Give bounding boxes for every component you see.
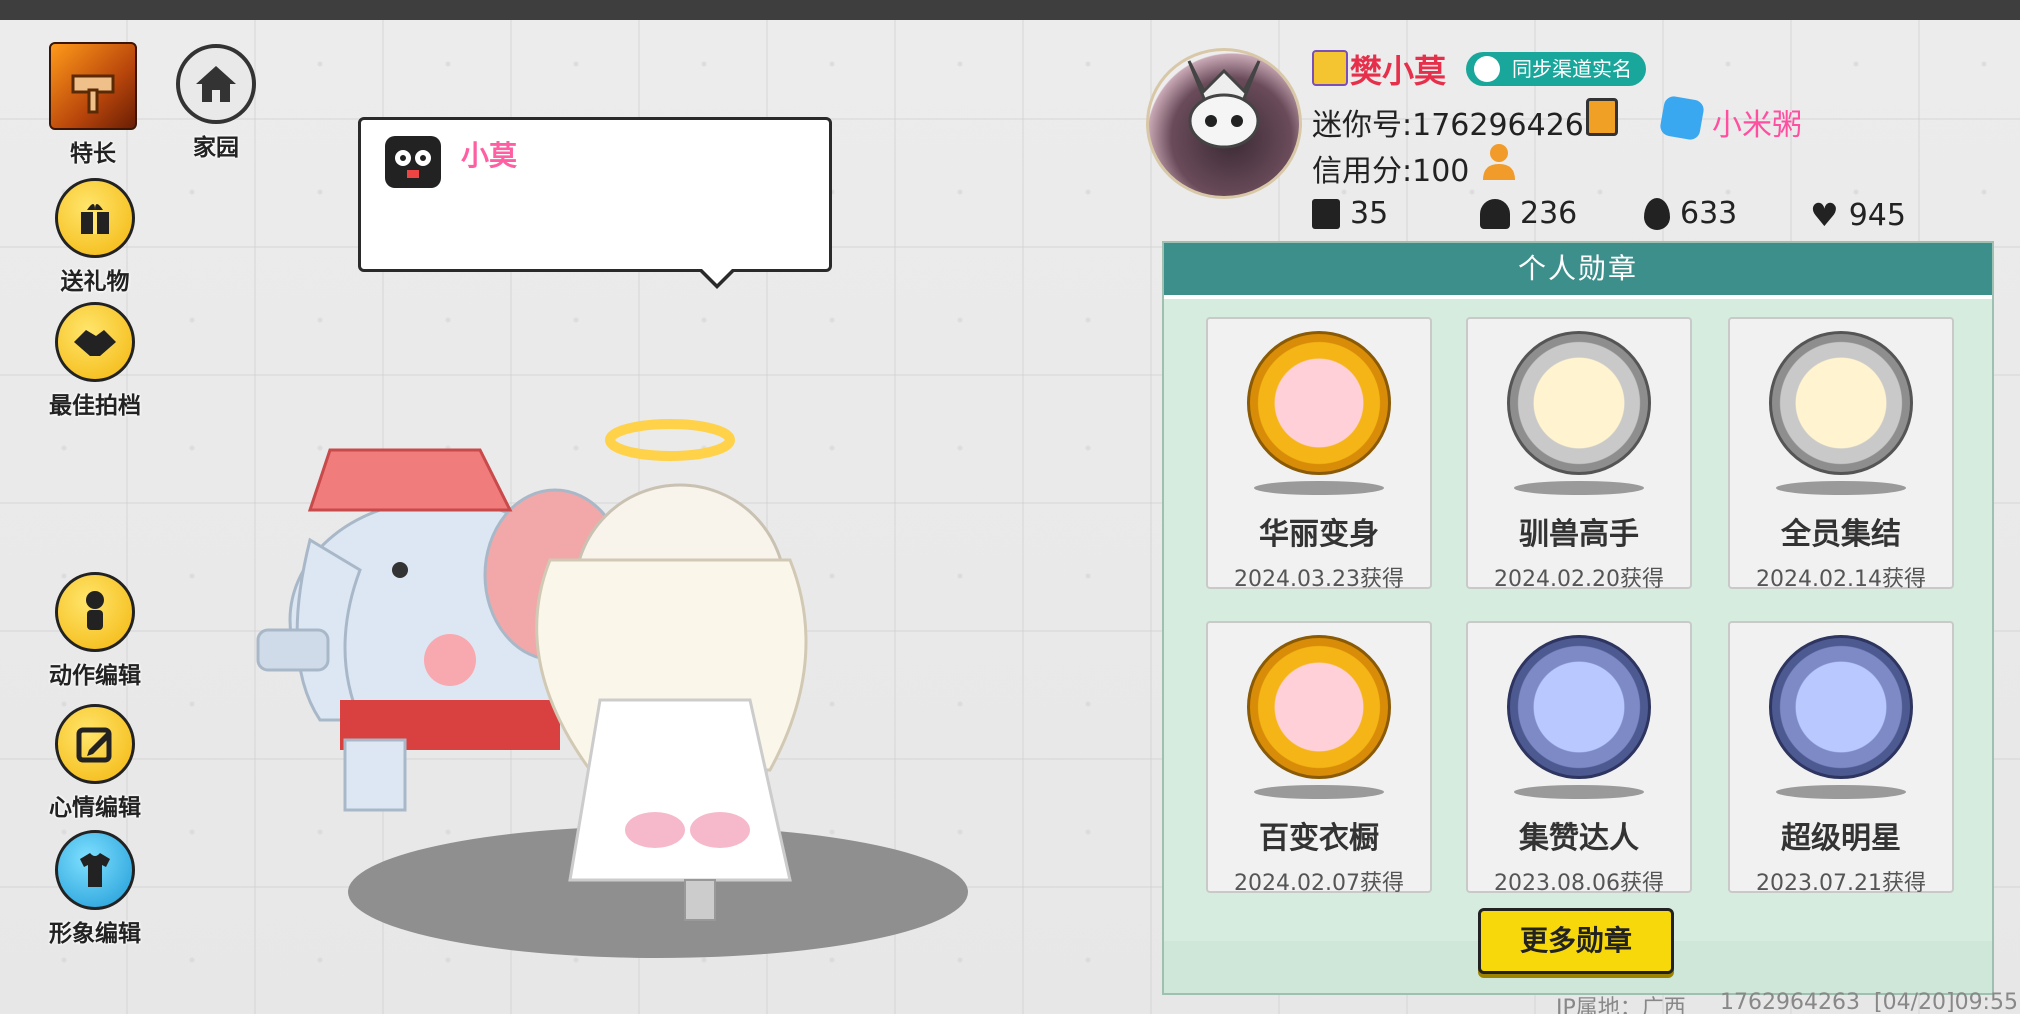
flame-icon: [1644, 197, 1670, 230]
footer-uid: 1762964263: [1720, 990, 1860, 1014]
medal-disc-icon: [1769, 331, 1913, 475]
medal-shadow: [1254, 785, 1384, 799]
stat-fans: 236: [1480, 196, 1577, 231]
medal-date: 2024.02.14获得: [1756, 567, 1926, 592]
medal-name: 全员集结: [1781, 517, 1901, 552]
footer-time: [04/20]09:55: [1874, 990, 2018, 1014]
medal-shadow: [1254, 481, 1384, 495]
medal-name: 百变衣橱: [1259, 821, 1379, 856]
mini-id: 迷你号:1762964263: [1312, 108, 1603, 143]
medal-name: 集赞达人: [1519, 821, 1639, 856]
home-label: 家园: [193, 135, 239, 161]
image-edit-label: 形象编辑: [49, 921, 141, 947]
handshake-icon: [55, 302, 135, 382]
medal-disc-icon: [1507, 331, 1651, 475]
medal-name: 华丽变身: [1259, 517, 1379, 552]
gift-label: 送礼物: [60, 269, 130, 295]
bubble-name: 小莫: [461, 139, 518, 172]
medal-card[interactable]: 华丽变身 2024.03.23获得: [1206, 317, 1432, 592]
pencil-edit-icon: [55, 704, 135, 784]
profile-avatar[interactable]: [1146, 48, 1302, 199]
medal-card[interactable]: 集赞达人 2023.08.06获得: [1466, 621, 1692, 896]
medal-card[interactable]: 超级明星 2023.07.21获得: [1728, 621, 1954, 896]
image-edit-button[interactable]: 形象编辑: [40, 830, 150, 948]
speech-bubble: 小莫: [358, 117, 832, 289]
specialty-label: 特长: [70, 141, 116, 167]
medal-grid[interactable]: 华丽变身 2024.03.23获得 驯兽高手 2024.02.20获得 全员集结…: [1164, 295, 1992, 941]
person-id-icon[interactable]: [1480, 142, 1518, 182]
medal-date: 2024.02.20获得: [1494, 567, 1664, 592]
person-check-icon: [1474, 56, 1500, 82]
house-icon: [176, 44, 256, 124]
vip-icon: [1312, 50, 1348, 86]
medal-disc-icon: [1247, 635, 1391, 779]
character-model-illustration: [256, 419, 968, 958]
sync-realname-badge[interactable]: 同步渠道实名: [1466, 52, 1646, 86]
copy-id-icon[interactable]: [1586, 98, 1618, 136]
stat-hot-value: 633: [1680, 196, 1738, 231]
fans-icon: [1480, 198, 1510, 229]
medal-name: 超级明星: [1781, 821, 1901, 856]
mood-edit-label: 心情编辑: [49, 795, 141, 821]
action-edit-icon: [55, 572, 135, 652]
medal-card[interactable]: 全员集结 2024.02.14获得: [1728, 317, 1954, 592]
top-status-bar: [0, 0, 2020, 20]
specialty-icon: [49, 42, 137, 130]
medal-card[interactable]: 驯兽高手 2024.02.20获得: [1466, 317, 1692, 592]
character-scene[interactable]: [250, 400, 990, 960]
medal-date: 2024.02.07获得: [1234, 871, 1404, 896]
credit-score: 信用分:100: [1312, 154, 1470, 189]
stat-likes: ♥ 945: [1810, 196, 1906, 234]
gift-icon: [55, 178, 135, 258]
stat-hot: 633: [1644, 196, 1737, 231]
action-edit-label: 动作编辑: [49, 663, 141, 689]
mood-edit-button[interactable]: 心情编辑: [40, 704, 150, 822]
medal-panel: 个人勋章 华丽变身 2024.03.23获得 驯兽高手 2024.02.20获得…: [1162, 241, 1994, 995]
partner-star-icon: [1658, 94, 1706, 142]
sync-badge-label: 同步渠道实名: [1512, 57, 1632, 81]
medal-disc-icon: [1247, 331, 1391, 475]
medal-date: 2023.08.06获得: [1494, 871, 1664, 896]
medal-disc-icon: [1769, 635, 1913, 779]
profile-nickname: 樊小莫: [1350, 52, 1447, 90]
medal-date: 2024.03.23获得: [1234, 567, 1404, 592]
medal-disc-icon: [1507, 635, 1651, 779]
heart-icon: ♥: [1810, 196, 1839, 234]
best-partner-button[interactable]: 最佳拍档: [40, 302, 150, 420]
medal-shadow: [1776, 785, 1906, 799]
specialty-button[interactable]: 特长: [38, 42, 148, 168]
medal-shadow: [1776, 481, 1906, 495]
stat-posts-value: 35: [1350, 196, 1389, 231]
outfit-icon: [55, 830, 135, 910]
partner-name[interactable]: 小米粥: [1712, 100, 1802, 144]
footer-ip: IP属地：广西: [1556, 996, 1686, 1014]
bookmark-plus-icon: [1312, 198, 1340, 229]
gift-button[interactable]: 送礼物: [40, 178, 150, 296]
medal-name: 驯兽高手: [1519, 517, 1639, 552]
stat-posts: 35: [1312, 196, 1388, 231]
action-edit-button[interactable]: 动作编辑: [40, 572, 150, 690]
stat-likes-value: 945: [1848, 197, 1906, 233]
more-medals-button[interactable]: 更多勋章: [1478, 908, 1674, 974]
medal-shadow: [1514, 481, 1644, 495]
stat-fans-value: 236: [1520, 196, 1578, 231]
medal-card[interactable]: 百变衣橱 2024.02.07获得: [1206, 621, 1432, 896]
medal-shadow: [1514, 785, 1644, 799]
medal-panel-title: 个人勋章: [1164, 243, 1992, 295]
medal-date: 2023.07.21获得: [1756, 871, 1926, 896]
best-partner-label: 最佳拍档: [49, 393, 141, 419]
home-button[interactable]: 家园: [161, 44, 271, 162]
bubble-avatar: [385, 136, 441, 188]
